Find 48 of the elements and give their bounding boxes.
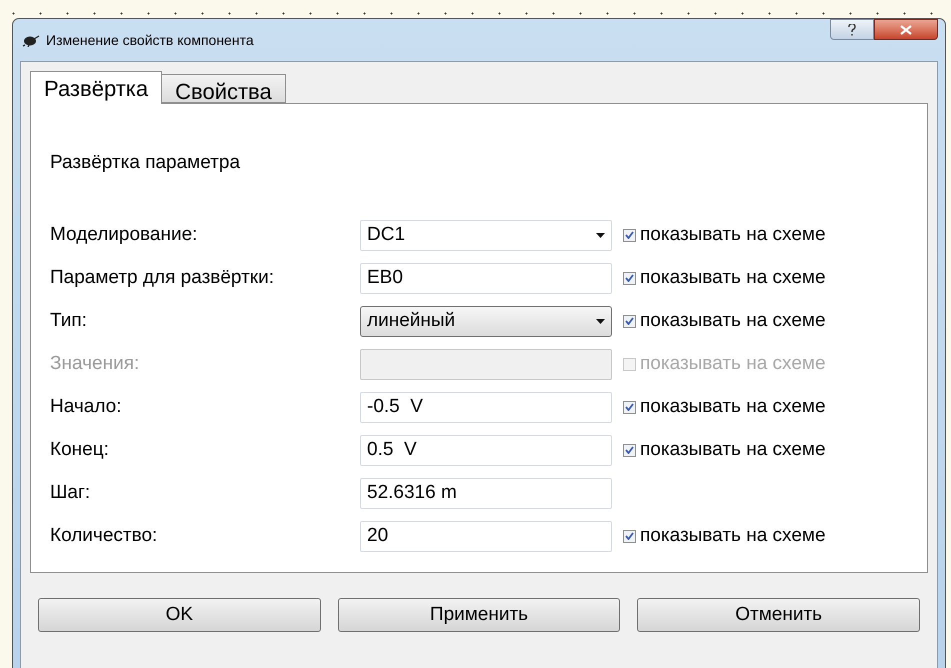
checkbox-label: показывать на схеме bbox=[640, 308, 826, 333]
checkbox-label: показывать на схеме bbox=[640, 438, 826, 462]
input-field[interactable]: 52.6316 m bbox=[360, 478, 612, 508]
checkbox-label: показывать на схеме bbox=[640, 352, 826, 376]
tab[interactable]: Свойства bbox=[162, 74, 286, 103]
checkbox[interactable] bbox=[623, 272, 636, 284]
help-button[interactable] bbox=[830, 19, 874, 40]
section-title: Развёртка параметра bbox=[50, 151, 242, 175]
window-title: Изменение свойств компонента bbox=[46, 30, 254, 50]
field-label: Моделирование: bbox=[50, 222, 198, 247]
dialog-button[interactable]: Отменить bbox=[637, 598, 920, 632]
dialog-button[interactable]: Применить bbox=[338, 598, 620, 632]
bug-icon bbox=[22, 33, 40, 47]
input-field[interactable]: 0.5 V bbox=[360, 434, 612, 466]
checkbox[interactable] bbox=[623, 530, 636, 542]
field-label: Тип: bbox=[50, 308, 88, 333]
field-label: Шаг: bbox=[50, 480, 92, 505]
field-label: Значения: bbox=[50, 352, 140, 376]
field-label: Начало: bbox=[50, 394, 122, 419]
checkbox-label: показывать на схеме bbox=[640, 394, 826, 419]
close-button[interactable] bbox=[874, 19, 938, 40]
field-label: Количество: bbox=[50, 524, 158, 548]
checkbox-label: показывать на схеме bbox=[640, 222, 826, 247]
caret-icon bbox=[596, 232, 605, 238]
checkbox[interactable] bbox=[623, 228, 636, 242]
check-icon bbox=[625, 532, 634, 540]
input-field[interactable]: 20 bbox=[360, 520, 612, 552]
dropdown-field[interactable]: DC1 bbox=[360, 220, 612, 250]
checkbox[interactable] bbox=[623, 444, 636, 456]
caret-icon bbox=[596, 318, 605, 324]
close-icon bbox=[900, 24, 912, 34]
input-field[interactable]: EB0 bbox=[360, 262, 612, 294]
checkbox-label: показывать на схеме bbox=[640, 266, 826, 290]
check-icon bbox=[625, 317, 634, 325]
tab[interactable]: Развёртка bbox=[30, 71, 162, 104]
checkbox-label: показывать на схеме bbox=[640, 524, 826, 548]
help-icon bbox=[848, 24, 856, 36]
dialog-button[interactable]: OK bbox=[38, 598, 321, 632]
check-icon bbox=[625, 446, 634, 454]
dropdown-button[interactable]: линейный bbox=[360, 306, 612, 336]
check-icon bbox=[625, 274, 634, 282]
checkbox[interactable] bbox=[623, 314, 636, 328]
input-field[interactable]: -0.5 V bbox=[360, 392, 612, 422]
check-icon bbox=[625, 231, 634, 239]
check-icon bbox=[625, 403, 634, 411]
field-label: Конец: bbox=[50, 438, 110, 462]
checkbox[interactable] bbox=[623, 400, 636, 414]
field-label: Параметр для развёртки: bbox=[50, 266, 275, 290]
